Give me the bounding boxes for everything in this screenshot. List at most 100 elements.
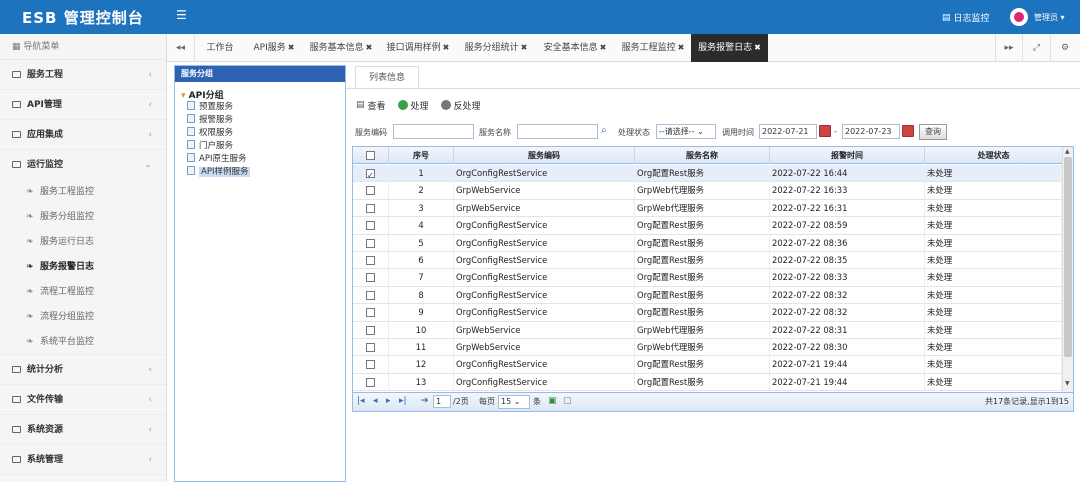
sidebar-item-flow-project-monitor[interactable]: ❧ 流程工程监控 [0, 280, 166, 305]
tab-security-basic-info[interactable]: 安全基本信息 ✖ [542, 34, 608, 62]
tree-node-portal-service[interactable]: 门户服务 [175, 140, 345, 153]
row-checkbox[interactable] [353, 321, 389, 339]
close-icon[interactable]: ✖ [443, 43, 450, 52]
next-page-icon[interactable]: ▸ [386, 396, 391, 406]
table-row[interactable]: 11 GrpWebService GrpWeb代理服务 2022-07-22 08:3… [353, 339, 1062, 357]
col-no[interactable]: 序号 [389, 147, 454, 164]
page-number-input[interactable]: 1 [433, 395, 451, 408]
row-checkbox[interactable] [353, 356, 389, 374]
table-row[interactable]: 1OrgConfigRestServiceOrg配置Rest服务2022-07-… [353, 165, 1062, 183]
last-page-icon[interactable]: ▸| [399, 396, 407, 406]
menu-runtime-monitor[interactable]: 运行监控 ⌄ [0, 150, 166, 180]
prev-page-icon[interactable]: ◂ [373, 396, 378, 406]
menu-toggle-icon[interactable]: ☰ [176, 8, 187, 22]
close-icon[interactable]: ✖ [366, 43, 373, 52]
table-row[interactable]: 2 GrpWebService GrpWeb代理服务 2022-07-22 16:33… [353, 182, 1062, 200]
row-checkbox[interactable] [353, 269, 389, 287]
admin-menu[interactable]: 管理员 ▾ [1034, 12, 1065, 23]
row-checkbox[interactable] [353, 165, 389, 182]
scroll-down-icon[interactable]: ▼ [1065, 380, 1070, 387]
tab-service-project-monitor[interactable]: 服务工程监控 ✖ [620, 34, 686, 62]
table-row[interactable]: 9 OrgConfigRestService Org配置Rest服务 2022-07-… [353, 304, 1062, 322]
table-row[interactable]: 3 GrpWebService GrpWeb代理服务 2022-07-22 16:31… [353, 199, 1062, 218]
menu-file-transfer[interactable]: 文件传输 ‹ [0, 385, 166, 415]
table-row[interactable]: 5 OrgConfigRestService Org配置Rest服务 2022-07-… [353, 234, 1062, 252]
sidebar-item-flow-group-monitor[interactable]: ❧ 流程分组监控 [0, 305, 166, 330]
document-icon[interactable]: ▢ [563, 396, 572, 406]
first-page-icon[interactable]: |◂ [357, 396, 365, 406]
tree-node-preset-service[interactable]: 预置服务 [175, 101, 345, 114]
tab-workbench[interactable]: 工作台 [203, 34, 237, 62]
row-checkbox[interactable] [353, 373, 389, 391]
calendar-icon[interactable] [902, 125, 914, 137]
log-monitor-link[interactable]: ▤ 日志监控 [942, 11, 990, 25]
tab-service-group-stats[interactable]: 服务分组统计 ✖ [463, 34, 529, 62]
row-checkbox[interactable] [353, 217, 389, 235]
tree-node-api-native-service[interactable]: API原生服务 [175, 153, 345, 166]
col-alarm-time[interactable]: 报警时间 [770, 147, 925, 164]
go-page-icon[interactable]: ➔ [421, 396, 429, 406]
menu-statistics[interactable]: 统计分析 ‹ [0, 355, 166, 385]
table-row[interactable]: 4 OrgConfigRestService Org配置Rest服务 2022-07-… [353, 217, 1062, 235]
tab-interface-call-sample[interactable]: 接口调用样例 ✖ [385, 34, 451, 62]
col-service-name[interactable]: 服务名称 [635, 147, 770, 164]
sidebar-item-service-group-monitor[interactable]: ❧ 服务分组监控 [0, 205, 166, 230]
service-name-input[interactable] [517, 124, 598, 139]
table-row[interactable]: 12 OrgConfigRestService Org配置Rest服务 2022-07… [353, 356, 1062, 374]
col-service-code[interactable]: 服务编码 [454, 147, 635, 164]
row-checkbox[interactable] [353, 339, 389, 356]
tab-api-service[interactable]: API服务 ✖ [249, 34, 299, 62]
service-code-input[interactable] [393, 124, 474, 139]
table-row[interactable]: 10 GrpWebService GrpWeb代理服务 2022-07-22 08:3… [353, 321, 1062, 339]
tab-service-basic-info[interactable]: 服务基本信息 ✖ [308, 34, 374, 62]
row-checkbox[interactable] [353, 234, 389, 252]
close-icon[interactable]: ✖ [678, 43, 685, 52]
table-row[interactable]: 7 OrgConfigRestService Org配置Rest服务 2022-07-… [353, 269, 1062, 287]
close-icon[interactable]: ✖ [521, 43, 528, 52]
fullscreen-icon[interactable]: ⤢ [1023, 34, 1051, 62]
close-icon[interactable]: ✖ [754, 43, 761, 52]
process-button[interactable]: 处理 [397, 98, 429, 112]
query-button[interactable]: 查询 [919, 124, 947, 140]
status-select[interactable]: --请选择-- ⌄ [656, 124, 716, 139]
select-all-checkbox[interactable] [353, 147, 389, 164]
menu-system-resources[interactable]: 系统资源 ‹ [0, 415, 166, 445]
unprocess-button[interactable]: 反处理 [440, 98, 481, 112]
sidebar-item-service-run-log[interactable]: ❧ 服务运行日志 [0, 230, 166, 255]
tab-list-info[interactable]: 列表信息 [355, 66, 419, 88]
tab-scroll-right-icon[interactable]: ▸▸ [995, 34, 1023, 62]
excel-export-icon[interactable]: ▣ [548, 396, 557, 406]
calendar-icon[interactable] [819, 125, 831, 137]
view-button[interactable]: ▤ 查看 [356, 98, 386, 112]
table-row[interactable]: 13 OrgConfigRestService Org配置Rest服务 2022-07… [353, 373, 1062, 392]
tree-node-permission-service[interactable]: 权限服务 [175, 127, 345, 140]
col-status[interactable]: 处理状态 [925, 147, 1062, 164]
close-icon[interactable]: ✖ [288, 43, 295, 52]
menu-api-management[interactable]: API管理 ‹ [0, 90, 166, 120]
tree-root-api-group[interactable]: ▾ API分组 [175, 82, 345, 101]
date-to-input[interactable]: 2022-07-23 [842, 124, 900, 139]
tab-scroll-left-icon[interactable]: ◂◂ [167, 34, 195, 62]
tree-node-api-sample-service[interactable]: API样例服务 [175, 166, 345, 179]
row-checkbox[interactable] [353, 182, 389, 200]
table-row[interactable]: 8 OrgConfigRestService Org配置Rest服务 2022-07-… [353, 286, 1062, 305]
scroll-up-icon[interactable]: ▲ [1065, 148, 1070, 155]
row-checkbox[interactable] [353, 252, 389, 269]
per-page-select[interactable]: 15 ⌄ [498, 395, 530, 409]
sidebar-item-service-alarm-log[interactable]: ❧ 服务报警日志 [0, 255, 166, 280]
sidebar-item-service-project-monitor[interactable]: ❧ 服务工程监控 [0, 180, 166, 205]
row-checkbox[interactable] [353, 286, 389, 304]
scroll-thumb[interactable] [1064, 157, 1072, 357]
vertical-scrollbar[interactable]: ▲ ▼ [1062, 147, 1073, 411]
close-icon[interactable]: ✖ [600, 43, 607, 52]
avatar[interactable] [1010, 8, 1028, 26]
gear-icon[interactable]: ⚙ [1051, 34, 1079, 62]
date-from-input[interactable]: 2022-07-21 [759, 124, 817, 139]
menu-app-integration[interactable]: 应用集成 ‹ [0, 120, 166, 150]
tree-node-alarm-service[interactable]: 报警服务 [175, 114, 345, 127]
table-row[interactable]: 6 OrgConfigRestService Org配置Rest服务 2022-07-… [353, 252, 1062, 270]
sidebar-item-system-platform-monitor[interactable]: ❧ 系统平台监控 [0, 330, 166, 355]
menu-system-management[interactable]: 系统管理 ‹ [0, 445, 166, 475]
search-icon[interactable]: ⌕ [601, 125, 607, 136]
menu-service-project[interactable]: 服务工程 ‹ [0, 60, 166, 90]
